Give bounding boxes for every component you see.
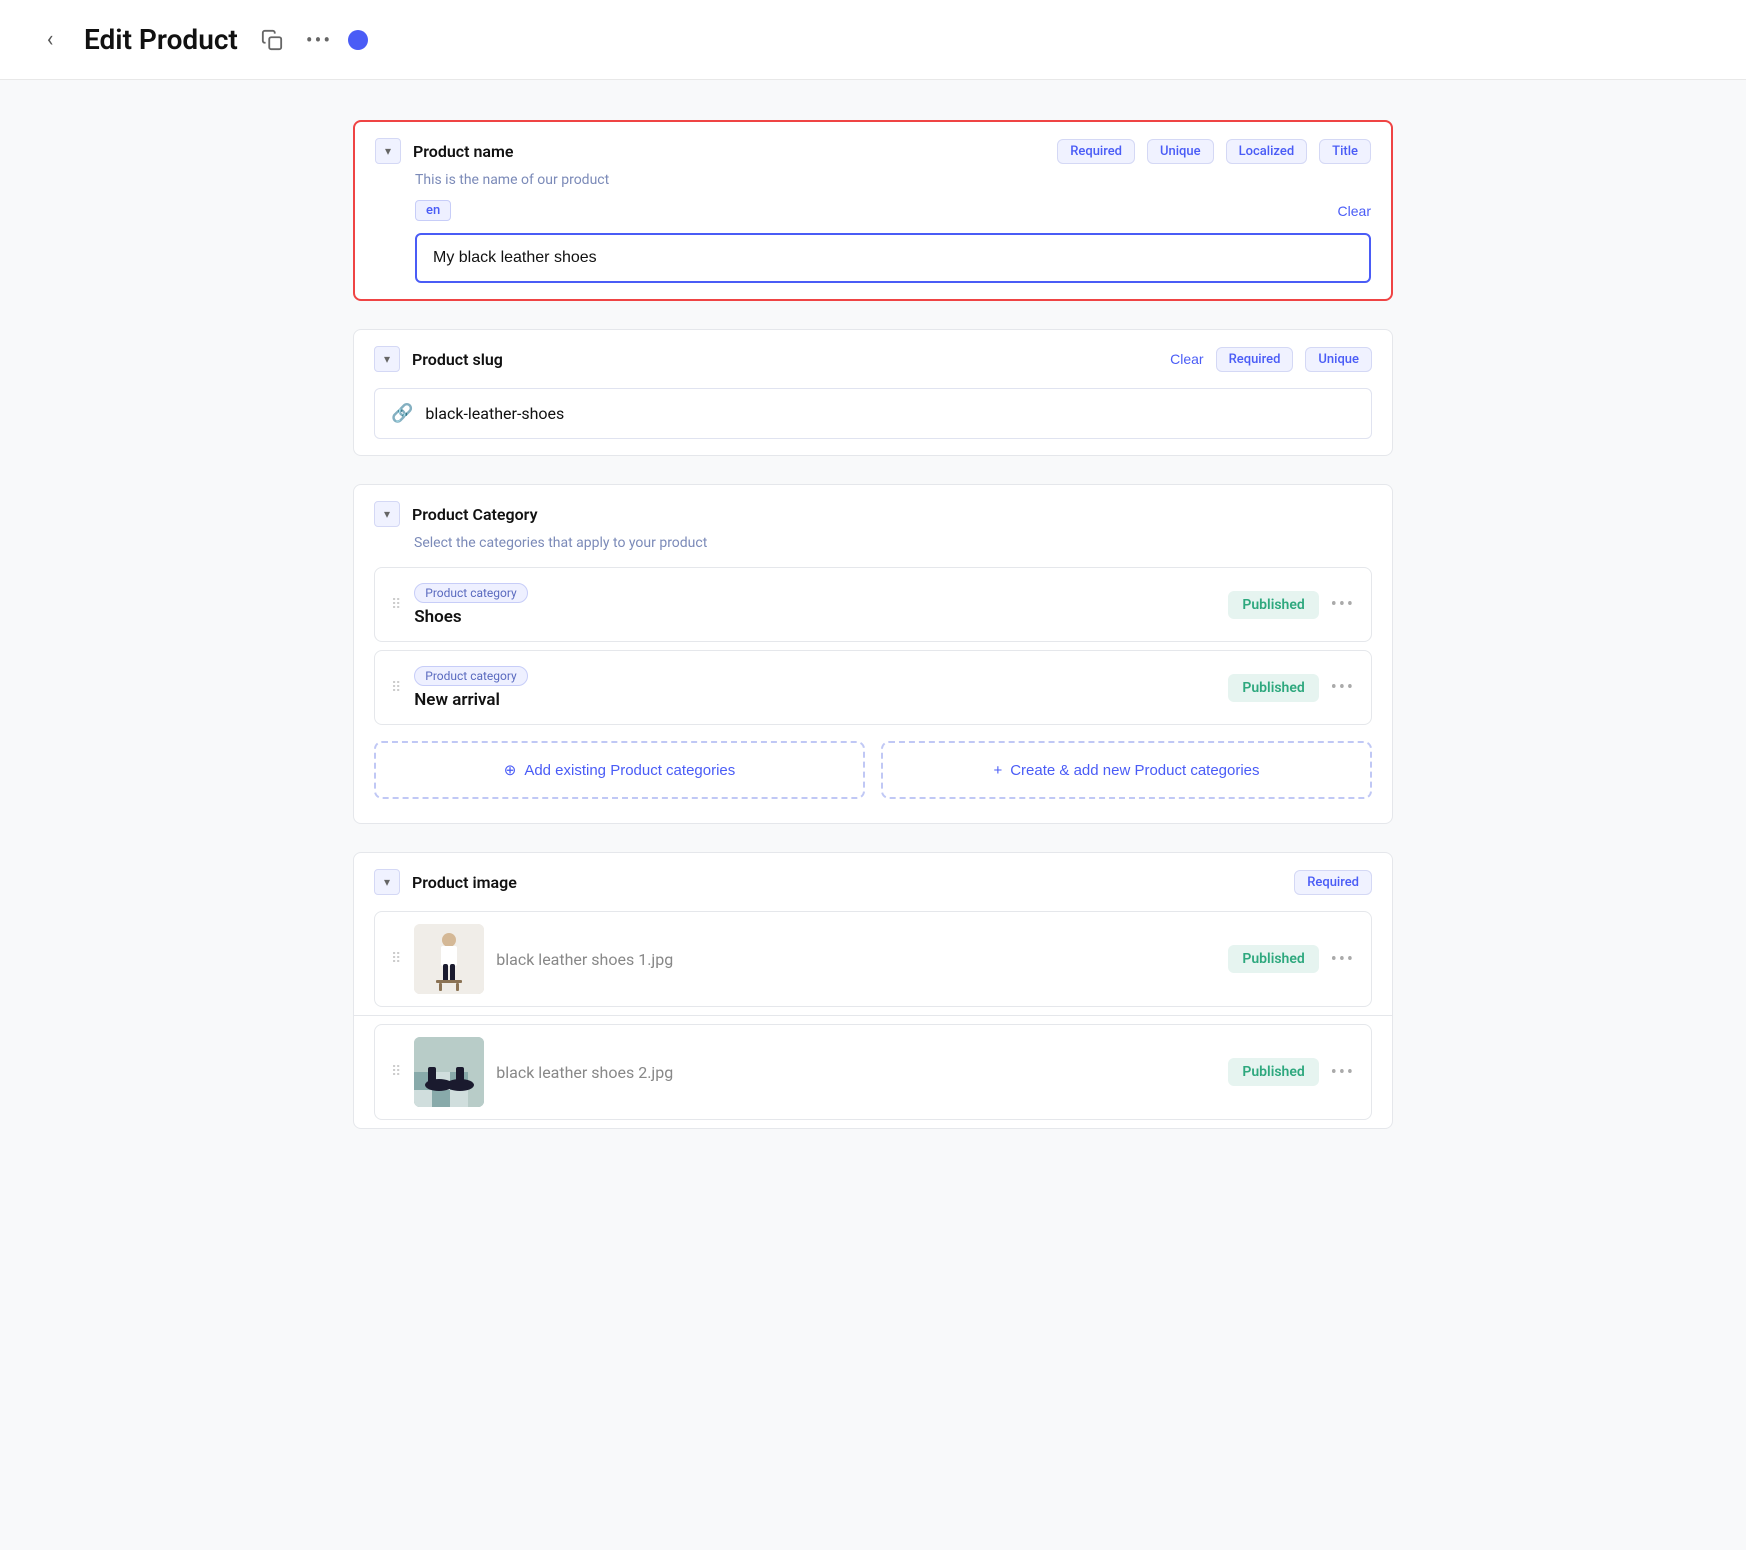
drag-handle-icon[interactable]: ⠿ <box>391 1064 402 1080</box>
image-thumbnail <box>414 1037 484 1107</box>
image-more-button[interactable]: ••• <box>1331 949 1355 970</box>
plus-icon: + <box>993 762 1002 779</box>
slug-field-title: Product slug <box>412 350 1158 369</box>
image-more-button[interactable]: ••• <box>1331 1062 1355 1083</box>
required-badge: Required <box>1057 139 1135 164</box>
category-description: Select the categories that apply to your… <box>354 535 1392 559</box>
slug-field-header: ▾ Product slug Clear Required Unique <box>354 330 1392 380</box>
title-badge: Title <box>1319 139 1371 164</box>
copy-icon[interactable] <box>254 22 290 58</box>
image-status-badge: Published <box>1228 1058 1318 1086</box>
collapse-button[interactable]: ▾ <box>375 138 401 164</box>
category-content: Product category New arrival <box>414 665 1216 710</box>
page-title: Edit Product <box>84 23 238 56</box>
clear-button[interactable]: Clear <box>1338 203 1371 219</box>
slug-collapse-button[interactable]: ▾ <box>374 346 400 372</box>
field-header: ▾ Product name Required Unique Localized… <box>355 122 1391 172</box>
page-header: ‹ Edit Product ••• <box>0 0 1746 80</box>
slug-value: black-leather-shoes <box>425 404 564 423</box>
item-more-button[interactable]: ••• <box>1331 677 1355 698</box>
field-title: Product name <box>413 142 1045 161</box>
field-description: This is the name of our product <box>355 172 1391 196</box>
slug-required-badge: Required <box>1216 347 1294 372</box>
unique-badge: Unique <box>1147 139 1214 164</box>
category-name: Shoes <box>414 607 1216 627</box>
drag-handle-icon[interactable]: ⠿ <box>391 951 402 967</box>
create-new-button[interactable]: + Create & add new Product categories <box>881 741 1372 799</box>
slug-input-container[interactable]: 🔗 black-leather-shoes <box>374 388 1372 439</box>
slug-unique-badge: Unique <box>1305 347 1372 372</box>
image-field-title: Product image <box>412 873 1282 892</box>
product-name-input[interactable] <box>415 233 1371 283</box>
drag-handle-icon[interactable]: ⠿ <box>391 680 402 696</box>
link-icon: ⊕ <box>504 761 517 779</box>
category-type-badge: Product category <box>414 583 527 603</box>
published-badge: Published <box>1228 674 1318 702</box>
category-field-header: ▾ Product Category <box>354 485 1392 535</box>
category-type-badge: Product category <box>414 666 527 686</box>
slug-clear-button[interactable]: Clear <box>1170 351 1203 367</box>
lang-row: en Clear <box>355 196 1391 225</box>
category-content: Product category Shoes <box>414 582 1216 627</box>
image-required-badge: Required <box>1294 870 1372 895</box>
create-new-label: Create & add new Product categories <box>1010 762 1259 779</box>
category-actions: ⊕ Add existing Product categories + Crea… <box>374 741 1372 799</box>
localized-badge: Localized <box>1226 139 1308 164</box>
product-image-field: ▾ Product image Required ⠿ <box>353 852 1393 1129</box>
drag-handle-icon[interactable]: ⠿ <box>391 597 402 613</box>
image-collapse-button[interactable]: ▾ <box>374 869 400 895</box>
item-more-button[interactable]: ••• <box>1331 594 1355 615</box>
add-existing-label: Add existing Product categories <box>524 762 735 779</box>
image-filename: black leather shoes 1.jpg <box>496 950 1216 969</box>
link-icon: 🔗 <box>391 403 413 424</box>
image-filename: black leather shoes 2.jpg <box>496 1063 1216 1082</box>
category-item: ⠿ Product category New arrival Published… <box>374 650 1372 725</box>
main-content: ▾ Product name Required Unique Localized… <box>273 80 1473 1197</box>
product-slug-field: ▾ Product slug Clear Required Unique 🔗 b… <box>353 329 1393 456</box>
product-category-field: ▾ Product Category Select the categories… <box>353 484 1393 824</box>
image-thumbnail <box>414 924 484 994</box>
category-collapse-button[interactable]: ▾ <box>374 501 400 527</box>
image-item: ⠿ black le <box>374 1024 1372 1120</box>
divider <box>354 1015 1392 1016</box>
image-field-header: ▾ Product image Required <box>354 853 1392 903</box>
published-badge: Published <box>1228 591 1318 619</box>
image-item: ⠿ black leather shoes 1.jpg <box>374 911 1372 1007</box>
category-item: ⠿ Product category Shoes Published ••• <box>374 567 1372 642</box>
lang-badge: en <box>415 200 451 221</box>
back-button[interactable]: ‹ <box>32 22 68 58</box>
category-field-title: Product Category <box>412 505 1372 524</box>
product-name-field: ▾ Product name Required Unique Localized… <box>353 120 1393 301</box>
more-options-button[interactable]: ••• <box>306 28 332 52</box>
add-existing-button[interactable]: ⊕ Add existing Product categories <box>374 741 865 799</box>
image-status-badge: Published <box>1228 945 1318 973</box>
category-name: New arrival <box>414 690 1216 710</box>
status-dot <box>348 30 368 50</box>
